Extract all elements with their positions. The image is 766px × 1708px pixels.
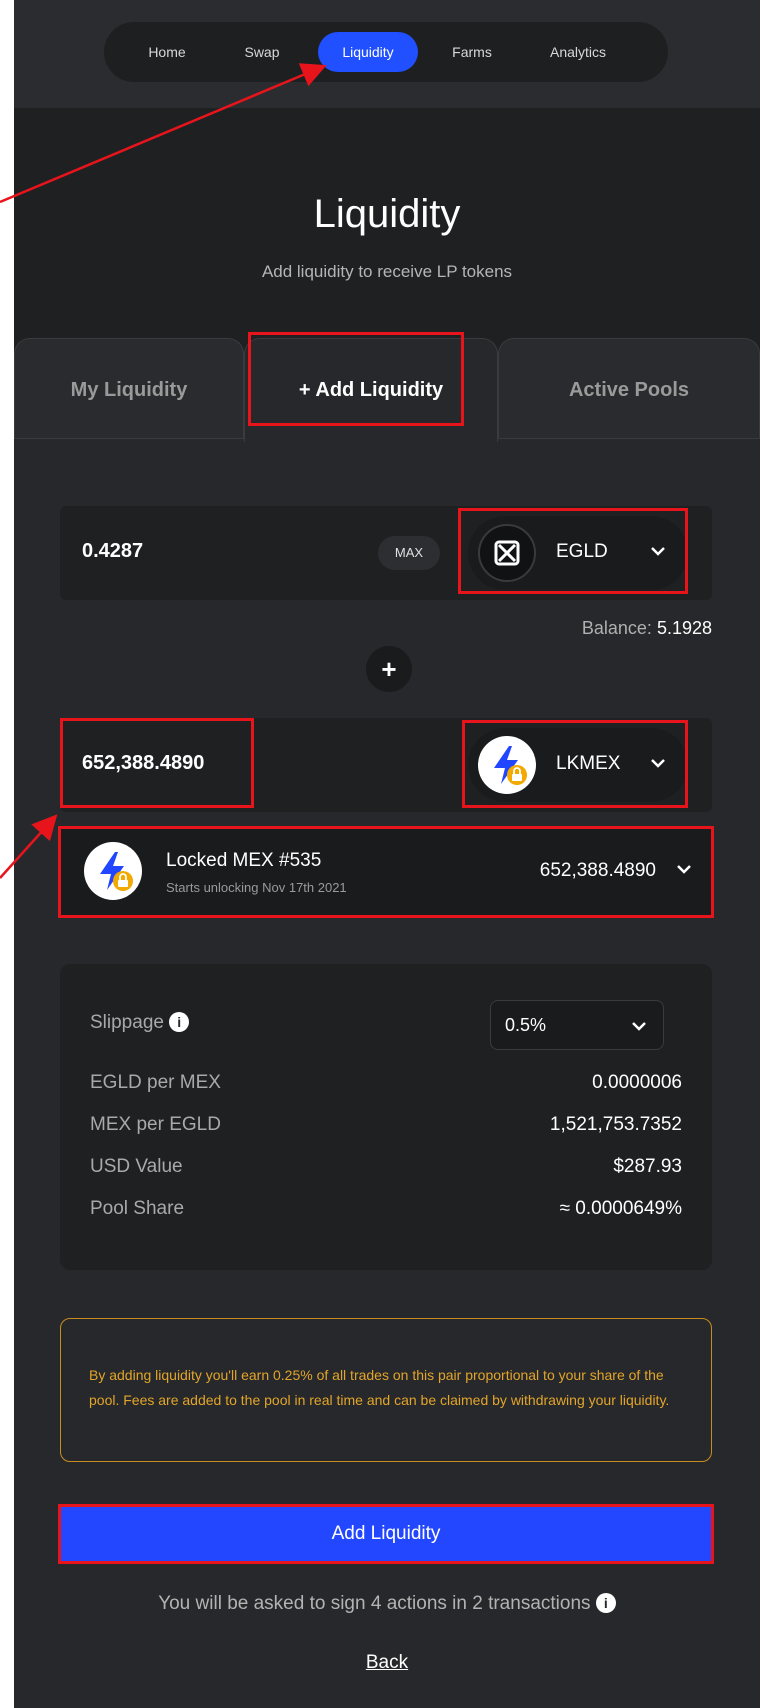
max-button[interactable]: MAX	[378, 536, 440, 570]
annotation-box	[58, 826, 714, 918]
main-nav: Home Swap Liquidity Farms Analytics	[104, 22, 668, 82]
first-amount-field[interactable]: 0.4287	[82, 540, 143, 563]
rate-mex-value: 1,521,753.7352	[549, 1114, 682, 1135]
nav-analytics[interactable]: Analytics	[528, 32, 628, 72]
info-icon[interactable]: i	[169, 1012, 190, 1032]
chevron-down-icon	[631, 1019, 647, 1037]
nav-home[interactable]: Home	[122, 32, 212, 72]
balance-text: Balance: 5.1928	[582, 618, 712, 639]
tab-label: My Liquidity	[70, 379, 188, 401]
info-icon[interactable]: i	[595, 1593, 616, 1613]
page-subtitle: Add liquidity to receive LP tokens	[261, 262, 513, 281]
rate-mex-label: MEX per EGLD	[90, 1114, 221, 1135]
pool-share-label: Pool Share	[90, 1198, 185, 1219]
usd-value: $287.93	[613, 1156, 682, 1177]
balance-value: 5.1928	[656, 618, 712, 638]
fee-notice: By adding liquidity you'll earn 0.25% of…	[60, 1318, 712, 1462]
pool-share-value: ≈ 0.0000649%	[559, 1198, 682, 1219]
top-bar: Home Swap Liquidity Farms Analytics	[14, 0, 760, 108]
slippage-label: Slippage i	[90, 1012, 190, 1034]
rate-egld-label: EGLD per MEX	[90, 1072, 221, 1093]
nav-swap[interactable]: Swap	[222, 32, 302, 72]
details-card: Slippage i 0.5% EGLD per MEX 0.0000006 M…	[60, 964, 712, 1270]
nav-farms[interactable]: Farms	[432, 32, 512, 72]
nav-liquidity[interactable]: Liquidity	[318, 32, 418, 72]
slippage-value: 0.5%	[505, 1015, 547, 1035]
plus-icon: +	[366, 646, 412, 692]
usd-value-label: USD Value	[90, 1156, 183, 1177]
rate-egld-value: 0.0000006	[592, 1072, 682, 1093]
annotation-box	[60, 718, 254, 808]
tab-active-pools[interactable]: Active Pools	[498, 338, 760, 440]
annotation-box	[58, 1504, 714, 1564]
back-link[interactable]: Back	[14, 1652, 760, 1674]
annotation-box	[462, 720, 688, 808]
tab-my-liquidity[interactable]: My Liquidity	[14, 338, 244, 440]
slippage-select[interactable]: 0.5%	[490, 1000, 664, 1050]
balance-label: Balance:	[581, 618, 652, 638]
app-window: Home Swap Liquidity Farms Analytics Liqu…	[14, 0, 760, 1708]
annotation-box	[458, 508, 688, 594]
sign-info: You will be asked to sign 4 actions in 2…	[14, 1593, 760, 1615]
tab-label: Active Pools	[568, 379, 690, 401]
annotation-box	[248, 332, 464, 426]
page-title: Liquidity	[313, 192, 461, 236]
